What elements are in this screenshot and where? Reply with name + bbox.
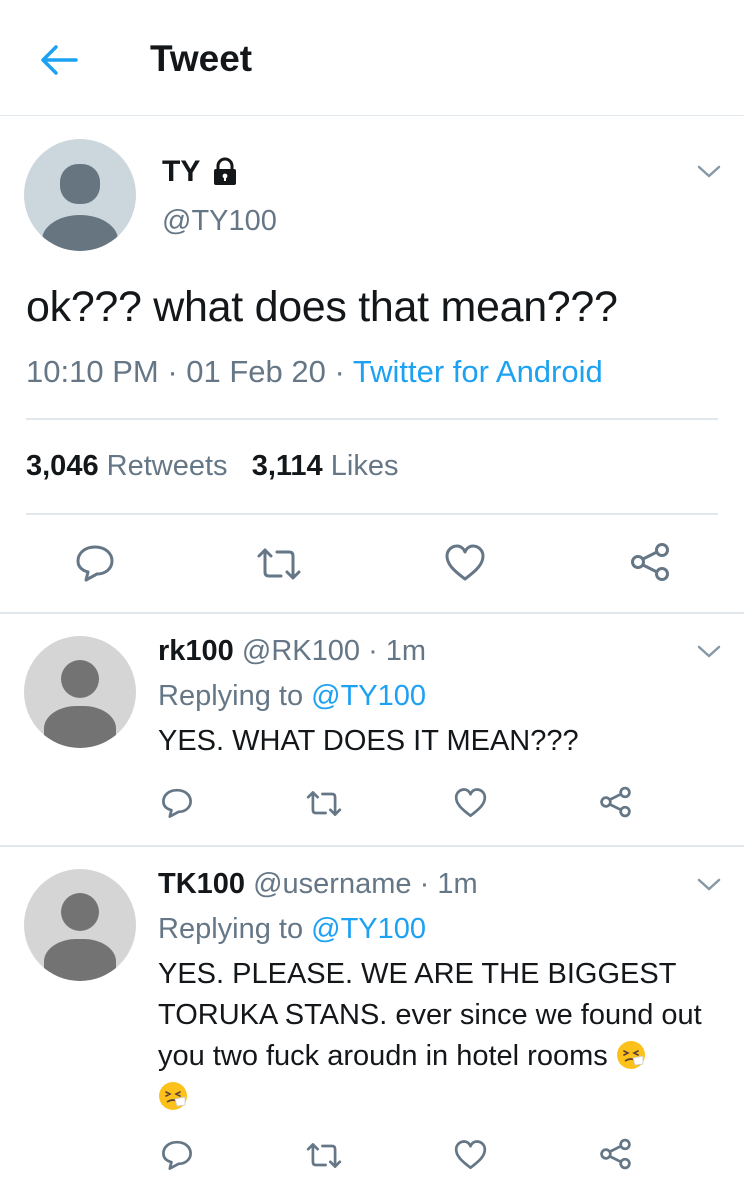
share-button[interactable]	[598, 785, 633, 819]
chevron-down-icon[interactable]	[696, 164, 722, 180]
arrow-left-icon[interactable]	[36, 40, 80, 80]
reply-button[interactable]	[160, 1139, 194, 1171]
retweets-count: 3,046	[26, 450, 99, 482]
reply-text-line: you two fuck aroudn in hotel rooms	[158, 1036, 733, 1077]
replying-to: Replying to @TY100	[158, 913, 426, 946]
tweet-date: 01 Feb 20	[186, 354, 326, 389]
author-handle[interactable]: @TY100	[162, 205, 277, 238]
lock-icon	[210, 157, 240, 187]
reply-time: 1m	[437, 868, 478, 900]
share-button[interactable]	[598, 1137, 633, 1171]
replying-to-label: Replying to	[158, 913, 304, 945]
avatar[interactable]	[24, 139, 136, 251]
mention-link[interactable]: @TY100	[311, 913, 426, 945]
avatar[interactable]	[24, 636, 136, 748]
like-button[interactable]	[453, 787, 488, 819]
tweet-stats: 3,046 Retweets 3,114 Likes	[26, 450, 398, 483]
tweet-time: 10:10 PM	[26, 354, 159, 389]
divider	[0, 612, 744, 614]
avatar[interactable]	[24, 869, 136, 981]
reply-author-name[interactable]: TK100	[158, 868, 245, 900]
page-title: Tweet	[150, 38, 253, 79]
retweets-stat[interactable]: 3,046 Retweets	[26, 450, 228, 482]
reply-text: YES. WHAT DOES IT MEAN???	[158, 725, 579, 757]
reply-button[interactable]	[160, 787, 194, 819]
reply-text: YES. PLEASE. WE ARE THE BIGGEST TORUKA S…	[158, 954, 733, 1118]
tweet-text: ok??? what does that mean???	[26, 283, 618, 331]
tweet-meta: 10:10 PM · 01 Feb 20 · Twitter for Andro…	[26, 354, 603, 390]
reply-author-name[interactable]: rk100	[158, 635, 234, 667]
sneezing-face-emoji	[158, 1081, 188, 1111]
divider	[26, 418, 718, 420]
reply-author-handle[interactable]: @RK100	[242, 635, 360, 667]
likes-label: Likes	[330, 450, 399, 482]
author-name[interactable]: TY	[162, 155, 200, 189]
separator: ·	[334, 354, 345, 389]
separator: ·	[167, 354, 178, 389]
share-button[interactable]	[628, 541, 672, 583]
separator: ·	[419, 868, 430, 900]
reply-text-line: YES. PLEASE. WE ARE THE BIGGEST	[158, 958, 677, 990]
mention-link[interactable]: @TY100	[311, 680, 426, 712]
reply-header: TK100 @username · 1m	[158, 868, 478, 901]
likes-stat[interactable]: 3,114 Likes	[252, 450, 399, 482]
like-button[interactable]	[443, 543, 487, 583]
reply-text-line: TORUKA STANS. ever since we found out	[158, 999, 702, 1031]
chevron-down-icon[interactable]	[696, 644, 722, 660]
retweet-button[interactable]	[305, 789, 343, 818]
reply-author-handle[interactable]: @username	[253, 868, 411, 900]
retweet-button[interactable]	[305, 1141, 343, 1170]
replying-to: Replying to @TY100	[158, 680, 426, 713]
separator: ·	[368, 635, 378, 667]
likes-count: 3,114	[251, 450, 323, 482]
replying-to-label: Replying to	[158, 680, 304, 712]
reply-text-line	[158, 1077, 733, 1118]
divider	[26, 513, 718, 515]
sneezing-face-emoji	[616, 1040, 646, 1070]
chevron-down-icon[interactable]	[696, 877, 722, 893]
retweets-label: Retweets	[106, 450, 228, 482]
divider	[0, 845, 744, 847]
top-bar: Tweet	[0, 0, 744, 116]
reply-header: rk100 @RK100 · 1m	[158, 635, 426, 668]
reply-button[interactable]	[74, 543, 116, 583]
retweet-button[interactable]	[255, 546, 303, 582]
like-button[interactable]	[453, 1139, 488, 1171]
tweet-source-link[interactable]: Twitter for Android	[353, 354, 603, 389]
reply-time: 1m	[385, 635, 427, 667]
